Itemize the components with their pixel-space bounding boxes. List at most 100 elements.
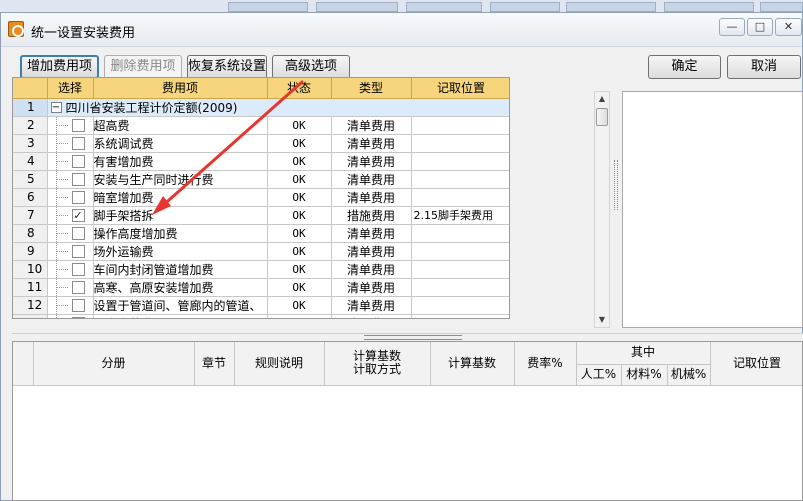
fee-item-name[interactable]: 车间内封闭管道增加费 (93, 260, 268, 279)
row-checkbox[interactable] (71, 244, 85, 258)
type-cell[interactable]: 清单费用 (331, 170, 412, 189)
type-cell[interactable]: 清单费用 (331, 260, 412, 279)
row-checkbox[interactable] (71, 226, 85, 240)
type-cell[interactable]: 措施费用 (331, 206, 412, 225)
column-header-record-position[interactable]: 记取位置 (710, 342, 802, 386)
advanced-options-button[interactable]: 高级选项 (272, 55, 350, 79)
table-row[interactable]: 13 洞库安装费OK清单费用 (13, 314, 509, 318)
cancel-button[interactable]: 取消 (727, 55, 801, 79)
position-cell[interactable] (411, 116, 509, 135)
fee-item-name[interactable]: 有害增加费 (93, 152, 268, 171)
column-header-of-which[interactable]: 其中 (576, 342, 711, 365)
table-row[interactable]: 10 车间内封闭管道增加费 OK 清单费用 (13, 260, 509, 279)
fee-item-name[interactable]: 暗室增加费 (93, 188, 268, 207)
table-row[interactable]: 5 安装与生产同时进行费 OK 清单费用 (13, 170, 509, 189)
column-header-select[interactable]: 选择 (47, 78, 94, 99)
type-cell[interactable]: 清单费用 (331, 152, 412, 171)
table-row[interactable]: 11 高寒、高原安装增加费 OK 清单费用 (13, 278, 509, 297)
select-cell[interactable] (47, 170, 94, 189)
table-row[interactable]: 6 暗室增加费 OK 清单费用 (13, 188, 509, 207)
row-checkbox[interactable] (71, 316, 85, 318)
fee-item-name[interactable]: 操作高度增加费 (93, 224, 268, 243)
fee-item-name[interactable]: 高寒、高原安装增加费 (93, 278, 268, 297)
position-cell[interactable] (411, 260, 509, 279)
select-cell[interactable] (47, 224, 94, 243)
fee-item-name[interactable]: 设置于管道间、管廊内的管道、 (93, 296, 268, 315)
column-header-labor[interactable]: 人工% (576, 364, 622, 386)
type-cell[interactable]: 清单费用 (331, 296, 412, 315)
row-checkbox[interactable] (71, 262, 85, 276)
type-cell[interactable]: 清单费用 (331, 224, 412, 243)
column-header-position[interactable]: 记取位置 (411, 78, 509, 99)
type-cell[interactable]: 清单费用 (331, 242, 412, 261)
table-row[interactable]: 4 有害增加费 OK 清单费用 (13, 152, 509, 171)
position-cell[interactable] (411, 242, 509, 261)
position-cell[interactable] (411, 170, 509, 189)
row-checkbox[interactable] (71, 298, 85, 312)
close-button[interactable]: ✕ (775, 18, 802, 36)
type-cell[interactable]: 清单费用 (331, 116, 412, 135)
select-cell[interactable] (47, 278, 94, 297)
column-header-fee-item[interactable]: 费用项 (93, 78, 268, 99)
select-cell[interactable]: ✓ (47, 206, 94, 225)
maximize-button[interactable]: □ (747, 18, 773, 36)
fee-item-name[interactable]: 安装与生产同时进行费 (93, 170, 268, 189)
position-cell[interactable] (411, 314, 509, 318)
position-cell[interactable] (411, 296, 509, 315)
scroll-thumb[interactable] (596, 108, 608, 126)
row-checkbox[interactable] (71, 280, 85, 294)
table-row[interactable]: 9 场外运输费 OK 清单费用 (13, 242, 509, 261)
select-cell[interactable] (47, 152, 94, 171)
column-header-division[interactable]: 分册 (33, 342, 195, 386)
group-cell[interactable]: − 四川省安装工程计价定额(2009) (47, 98, 509, 117)
select-cell[interactable] (47, 242, 94, 261)
select-cell[interactable] (47, 134, 94, 153)
type-cell[interactable]: 清单费用 (331, 278, 412, 297)
restore-system-settings-button[interactable]: 恢复系统设置 (187, 55, 267, 79)
position-cell[interactable] (411, 188, 509, 207)
position-cell[interactable]: 2.15脚手架费用 (411, 206, 509, 225)
column-header-rule[interactable]: 规则说明 (234, 342, 325, 386)
minimize-button[interactable]: — (719, 18, 745, 36)
row-checkbox[interactable] (71, 136, 85, 150)
delete-fee-item-button[interactable]: 删除费用项 (104, 55, 182, 79)
row-checkbox[interactable] (71, 154, 85, 168)
position-cell[interactable] (411, 134, 509, 153)
type-cell[interactable]: 清单费用 (331, 314, 412, 318)
row-checkbox[interactable] (71, 190, 85, 204)
select-cell[interactable] (47, 116, 94, 135)
scroll-down-arrow-icon[interactable]: ▼ (595, 313, 609, 327)
column-header-calc-method[interactable]: 计算基数 计取方式 (324, 342, 431, 386)
row-checkbox[interactable] (71, 118, 85, 132)
column-header-type[interactable]: 类型 (331, 78, 412, 99)
table-row[interactable]: 12 设置于管道间、管廊内的管道、 OK 清单费用 (13, 296, 509, 315)
row-checkbox[interactable] (71, 172, 85, 186)
column-header-material[interactable]: 材料% (621, 364, 668, 386)
position-cell[interactable] (411, 224, 509, 243)
column-header-rate[interactable]: 费率% (514, 342, 577, 386)
position-cell[interactable] (411, 278, 509, 297)
group-row[interactable]: 1 − 四川省安装工程计价定额(2009) (13, 98, 509, 117)
fee-item-name[interactable]: 洞库安装费 (93, 314, 268, 318)
type-cell[interactable]: 清单费用 (331, 134, 412, 153)
select-cell[interactable] (47, 296, 94, 315)
vertical-splitter-grip[interactable] (614, 160, 618, 210)
fee-item-name[interactable]: 脚手架搭拆 (93, 206, 268, 225)
fee-item-name[interactable]: 超高费 (93, 116, 268, 135)
table-row[interactable]: 3 系统调试费 OK 清单费用 (13, 134, 509, 153)
select-cell[interactable] (47, 314, 94, 318)
fee-item-name[interactable]: 系统调试费 (93, 134, 268, 153)
table-row[interactable]: 2 超高费 OK 清单费用 (13, 116, 509, 135)
splitter-grip[interactable] (364, 335, 462, 340)
table-row[interactable]: 7 ✓ 脚手架搭拆 OK 措施费用 2.15脚手架费用 (13, 206, 509, 225)
column-header-status[interactable]: 状态 (267, 78, 332, 99)
scroll-up-arrow-icon[interactable]: ▲ (595, 92, 609, 106)
column-header-chapter[interactable]: 章节 (194, 342, 235, 386)
horizontal-splitter[interactable] (12, 333, 803, 341)
column-header-machine[interactable]: 机械% (667, 364, 711, 386)
select-cell[interactable] (47, 188, 94, 207)
vertical-scrollbar[interactable]: ▲ ▼ (594, 91, 610, 328)
type-cell[interactable]: 清单费用 (331, 188, 412, 207)
select-cell[interactable] (47, 260, 94, 279)
row-checkbox[interactable]: ✓ (71, 208, 85, 222)
